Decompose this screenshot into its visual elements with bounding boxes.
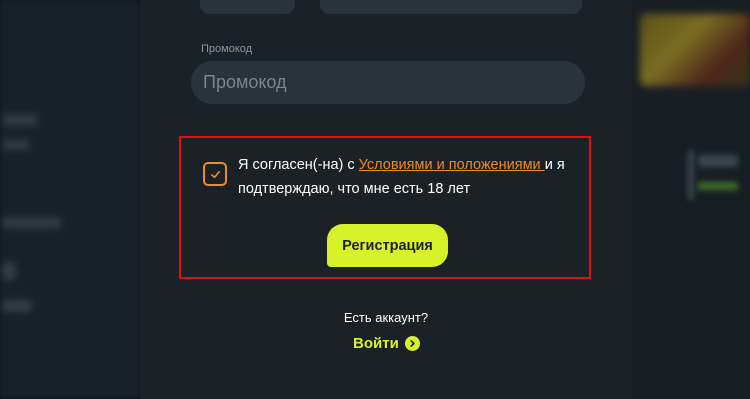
login-label: Войти	[353, 334, 399, 352]
register-button[interactable]: Регистрация	[327, 224, 448, 267]
terms-checkbox[interactable]	[203, 162, 227, 186]
background-left-panel	[0, 0, 140, 399]
terms-link[interactable]: Условиями и положениями	[359, 157, 545, 173]
login-link[interactable]: Войти	[353, 333, 420, 353]
terms-text-before: Я согласен(-на) с	[238, 157, 359, 173]
check-icon	[210, 170, 220, 178]
top-field-right[interactable]	[320, 0, 582, 14]
promo-code-input[interactable]	[191, 61, 585, 104]
background-right-panel	[632, 0, 750, 399]
chevron-right-circle-icon	[404, 335, 420, 351]
have-account-text: Есть аккаунт?	[343, 310, 429, 325]
promo-code-label: Промокод	[201, 43, 253, 55]
promo-banner-image	[640, 14, 750, 86]
terms-agreement-text: Я согласен(-на) с Условиями и положениям…	[238, 153, 583, 201]
top-field-left[interactable]	[200, 0, 295, 14]
registration-modal: Промокод Я согласен(-на) с Условиями и п…	[140, 0, 632, 399]
